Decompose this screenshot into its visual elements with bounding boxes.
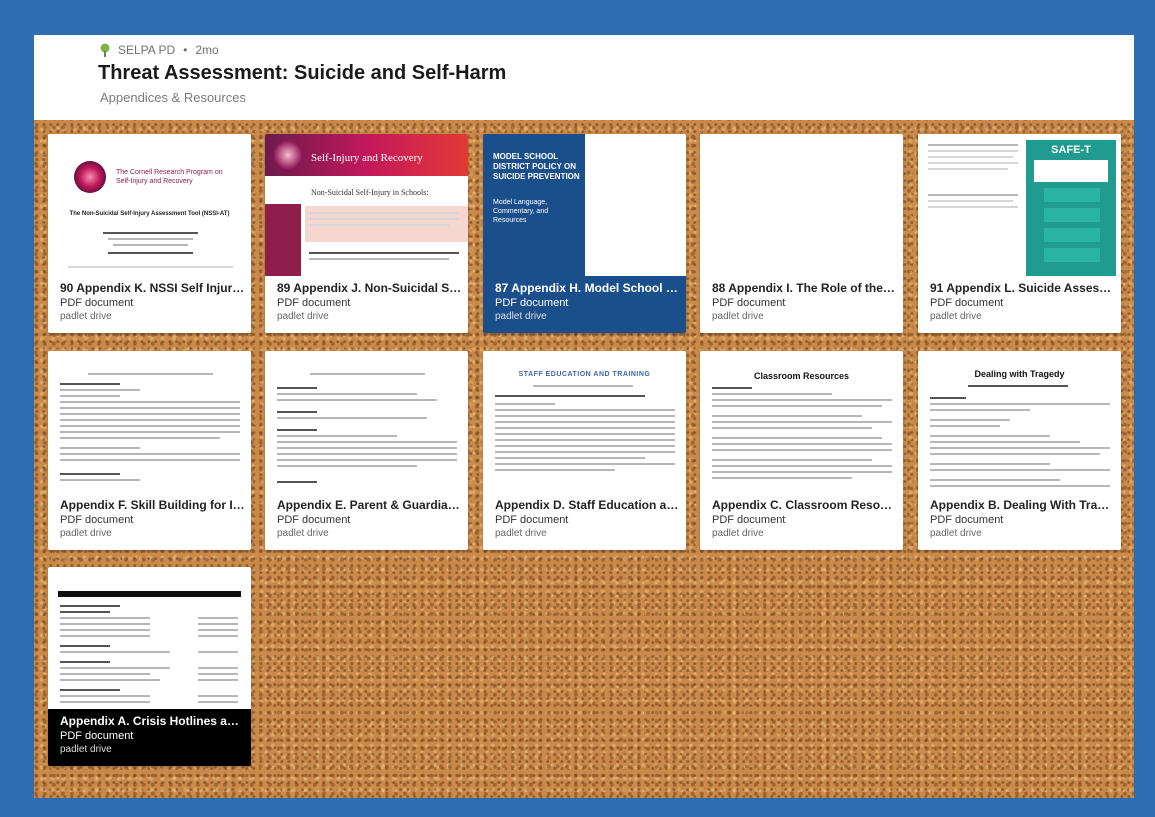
author-name[interactable]: SELPA PD (118, 43, 175, 57)
card-file-type: PDF document (712, 297, 786, 309)
post-card-appendix-h[interactable]: MODEL SCHOOL DISTRICT POLICY ON SUICIDE … (483, 134, 686, 333)
post-card-appendix-f[interactable]: Appendix F. Skill Building for Indiv... … (48, 351, 251, 550)
thumb-title: SAFE-T (1051, 144, 1091, 156)
card-info: 87 Appendix H. Model School Dist... PDF … (495, 281, 680, 322)
thumb-heading: Non-Suicidal Self-Injury in Schools: (311, 188, 429, 197)
thumb-heading: Model Language, Commentary, and Resource… (493, 199, 549, 224)
card-info: 88 Appendix I. The Role of the Hig... PD… (712, 281, 897, 322)
card-source: padlet drive (930, 311, 982, 322)
post-card-appendix-e[interactable]: Appendix E. Parent & Guardian Ed... PDF … (265, 351, 468, 550)
card-title[interactable]: Appendix A. Crisis Hotlines and R... (60, 714, 245, 728)
meta-separator: • (183, 43, 188, 57)
card-file-type: PDF document (60, 514, 134, 526)
post-time: 2mo (195, 43, 219, 57)
card-source: padlet drive (277, 311, 329, 322)
card-thumbnail: The Cornell Research Program on Self-Inj… (48, 134, 251, 276)
thumb-title: The Cornell Research Program on Self-Inj… (116, 169, 223, 185)
card-thumbnail: SAFE-T (918, 134, 1121, 276)
card-info: Appendix B. Dealing With Tragedy... PDF … (930, 498, 1115, 539)
card-source: padlet drive (60, 528, 112, 539)
card-file-type: PDF document (712, 514, 786, 526)
card-info: Appendix D. Staff Education and T... PDF… (495, 498, 680, 539)
card-title[interactable]: 88 Appendix I. The Role of the Hig... (712, 281, 897, 295)
post-card-appendix-i[interactable]: 88 Appendix I. The Role of the Hig... PD… (700, 134, 903, 333)
tree-icon (98, 43, 112, 57)
card-info: Appendix C. Classroom Resources.. PDF do… (712, 498, 897, 539)
post-card-appendix-a[interactable]: Appendix A. Crisis Hotlines and R... PDF… (48, 567, 251, 766)
thumb-title: STAFF EDUCATION AND TRAINING (518, 371, 651, 378)
card-title[interactable]: Appendix D. Staff Education and T... (495, 498, 680, 512)
card-title[interactable]: 89 Appendix J. Non-Suicidal Self I... (277, 281, 462, 295)
card-thumbnail (48, 567, 251, 709)
card-title[interactable]: Appendix B. Dealing With Tragedy... (930, 498, 1115, 512)
card-source: padlet drive (712, 528, 764, 539)
card-info: Appendix A. Crisis Hotlines and R... PDF… (60, 714, 245, 755)
card-source: padlet drive (277, 528, 329, 539)
card-source: padlet drive (60, 744, 112, 755)
card-title[interactable]: 90 Appendix K. NSSI Self Injury To... (60, 281, 245, 295)
post-card-appendix-b[interactable]: Dealing with Tragedy Appendix B. Dealing… (918, 351, 1121, 550)
card-source: padlet drive (495, 528, 547, 539)
thumb-title: MODEL SCHOOL DISTRICT POLICY ON SUICIDE … (493, 152, 580, 181)
card-thumbnail: Classroom Resources (700, 351, 903, 493)
card-title[interactable]: 91 Appendix L. Suicide Assessme... (930, 281, 1115, 295)
padlet-board: SELPA PD • 2mo Threat Assessment: Suicid… (34, 35, 1134, 798)
card-thumbnail: MODEL SCHOOL DISTRICT POLICY ON SUICIDE … (483, 134, 686, 276)
card-info: Appendix E. Parent & Guardian Ed... PDF … (277, 498, 462, 539)
card-file-type: PDF document (930, 297, 1004, 309)
card-source: padlet drive (712, 311, 764, 322)
post-meta: SELPA PD • 2mo (98, 43, 219, 57)
card-file-type: PDF document (495, 514, 569, 526)
card-title[interactable]: Appendix F. Skill Building for Indiv... (60, 498, 245, 512)
card-source: padlet drive (60, 311, 112, 322)
card-file-type: PDF document (60, 730, 134, 742)
page-subtitle: Appendices & Resources (100, 90, 246, 105)
post-card-appendix-l[interactable]: SAFE-T 91 Appendix L. Suicide Assessme..… (918, 134, 1121, 333)
card-title[interactable]: 87 Appendix H. Model School Dist... (495, 281, 680, 295)
card-thumbnail (700, 134, 903, 276)
post-card-appendix-c[interactable]: Classroom Resources Appendix C. Classroo… (700, 351, 903, 550)
card-file-type: PDF document (930, 514, 1004, 526)
padlet-header: SELPA PD • 2mo Threat Assessment: Suicid… (34, 35, 1134, 120)
post-card-appendix-k[interactable]: The Cornell Research Program on Self-Inj… (48, 134, 251, 333)
card-info: 91 Appendix L. Suicide Assessme... PDF d… (930, 281, 1115, 322)
card-file-type: PDF document (277, 514, 351, 526)
card-info: 89 Appendix J. Non-Suicidal Self I... PD… (277, 281, 462, 322)
card-info: 90 Appendix K. NSSI Self Injury To... PD… (60, 281, 245, 322)
card-file-type: PDF document (495, 297, 569, 309)
post-card-appendix-j[interactable]: Self-Injury and Recovery Non-Suicidal Se… (265, 134, 468, 333)
card-thumbnail: STAFF EDUCATION AND TRAINING (483, 351, 686, 493)
card-thumbnail (265, 351, 468, 493)
card-source: padlet drive (495, 311, 547, 322)
card-thumbnail (48, 351, 251, 493)
card-info: Appendix F. Skill Building for Indiv... … (60, 498, 245, 539)
card-file-type: PDF document (60, 297, 134, 309)
post-card-appendix-d[interactable]: STAFF EDUCATION AND TRAINING Appendix D.… (483, 351, 686, 550)
thumb-title: Classroom Resources (753, 371, 850, 381)
thumb-title: Self-Injury and Recovery (311, 152, 423, 164)
page-title: Threat Assessment: Suicide and Self-Harm (98, 62, 507, 84)
card-file-type: PDF document (277, 297, 351, 309)
card-thumbnail: Dealing with Tragedy (918, 351, 1121, 493)
card-title[interactable]: Appendix C. Classroom Resources.. (712, 498, 897, 512)
card-source: padlet drive (930, 528, 982, 539)
card-thumbnail: Self-Injury and Recovery Non-Suicidal Se… (265, 134, 468, 276)
thumb-title: Dealing with Tragedy (974, 369, 1065, 379)
thumb-heading: The Non-Suicidal Self-Injury Assessment … (69, 211, 230, 217)
card-title[interactable]: Appendix E. Parent & Guardian Ed... (277, 498, 462, 512)
